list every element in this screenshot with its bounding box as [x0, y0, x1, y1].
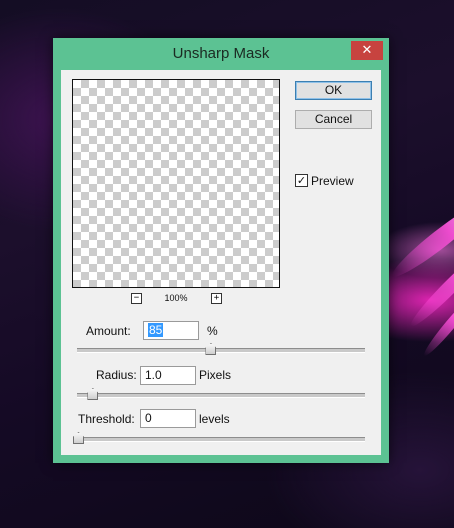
title-bar[interactable]: Unsharp Mask ✕	[53, 38, 389, 70]
amount-label: Amount:	[86, 324, 131, 338]
zoom-level: 100%	[164, 293, 188, 303]
zoom-in-button[interactable]: +	[211, 293, 222, 304]
threshold-value: 0	[145, 411, 152, 425]
threshold-input[interactable]: 0	[140, 409, 196, 428]
amount-input[interactable]: 85	[143, 321, 199, 340]
background-streak	[387, 194, 454, 284]
amount-slider-track[interactable]	[77, 343, 365, 355]
radius-value: 1.0	[145, 368, 162, 382]
amount-slider-thumb[interactable]	[205, 343, 217, 355]
radius-slider-thumb[interactable]	[87, 388, 99, 400]
preview-canvas[interactable]	[72, 79, 280, 288]
dialog-content: − 100% + OK Cancel ✓ Preview Amount: 85 …	[61, 70, 381, 455]
zoom-out-button[interactable]: −	[131, 293, 142, 304]
amount-value: 85	[148, 323, 164, 337]
threshold-unit: levels	[199, 412, 230, 426]
unsharp-mask-dialog: Unsharp Mask ✕ − 100% + OK Cancel ✓ Prev…	[53, 38, 389, 463]
threshold-label: Threshold:	[78, 412, 135, 426]
close-button[interactable]: ✕	[351, 41, 383, 60]
dialog-title: Unsharp Mask	[172, 45, 270, 62]
preview-checkbox[interactable]: ✓	[295, 174, 308, 187]
radius-input[interactable]: 1.0	[140, 366, 196, 385]
amount-unit: %	[207, 324, 218, 338]
radius-label: Radius:	[96, 368, 137, 382]
plus-icon: +	[213, 293, 220, 303]
cancel-button[interactable]: Cancel	[295, 110, 372, 129]
check-icon: ✓	[296, 174, 307, 187]
minus-icon: −	[133, 293, 140, 303]
radius-slider-track[interactable]	[77, 388, 365, 400]
threshold-slider-thumb[interactable]	[73, 432, 84, 444]
radius-unit: Pixels	[199, 368, 232, 382]
ok-button[interactable]: OK	[295, 81, 372, 100]
preview-checkbox-label[interactable]: Preview	[311, 174, 354, 188]
threshold-slider-track[interactable]	[73, 432, 365, 444]
close-icon: ✕	[361, 43, 373, 58]
